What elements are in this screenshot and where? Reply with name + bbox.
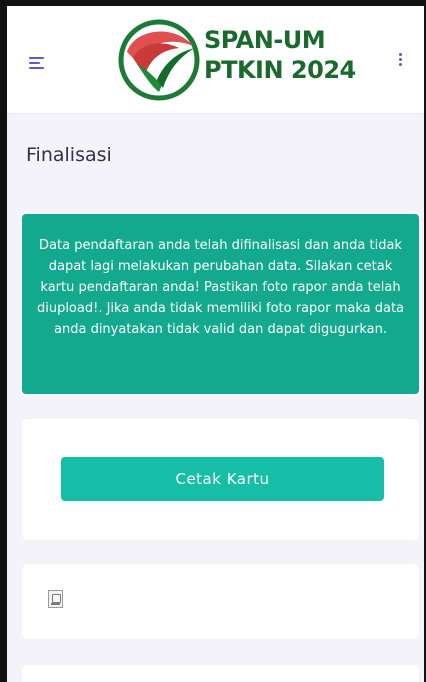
cetak-kartu-button[interactable]: Cetak Kartu bbox=[61, 457, 384, 501]
kebab-vertical-icon[interactable] bbox=[397, 53, 403, 69]
top-bar: SPAN-UM PTKIN 2024 bbox=[7, 6, 424, 114]
print-card-panel: Cetak Kartu bbox=[22, 419, 419, 540]
app-frame: SPAN-UM PTKIN 2024 Finalisasi Data penda… bbox=[0, 0, 426, 682]
hamburger-menu-icon[interactable] bbox=[29, 57, 45, 69]
logo-title-line2: PTKIN 2024 bbox=[204, 56, 356, 84]
broken-image-icon bbox=[48, 590, 63, 608]
logo-title-line1: SPAN-UM bbox=[204, 26, 326, 54]
rapor-photo-panel bbox=[22, 564, 419, 639]
alert-message: Data pendaftaran anda telah difinalisasi… bbox=[36, 238, 405, 337]
logo-emblem-icon bbox=[118, 19, 200, 101]
lower-panel bbox=[22, 665, 419, 682]
finalization-alert: Data pendaftaran anda telah difinalisasi… bbox=[22, 214, 419, 394]
page-title: Finalisasi bbox=[26, 144, 112, 166]
span-um-ptkin-logo: SPAN-UM PTKIN 2024 bbox=[117, 18, 356, 102]
